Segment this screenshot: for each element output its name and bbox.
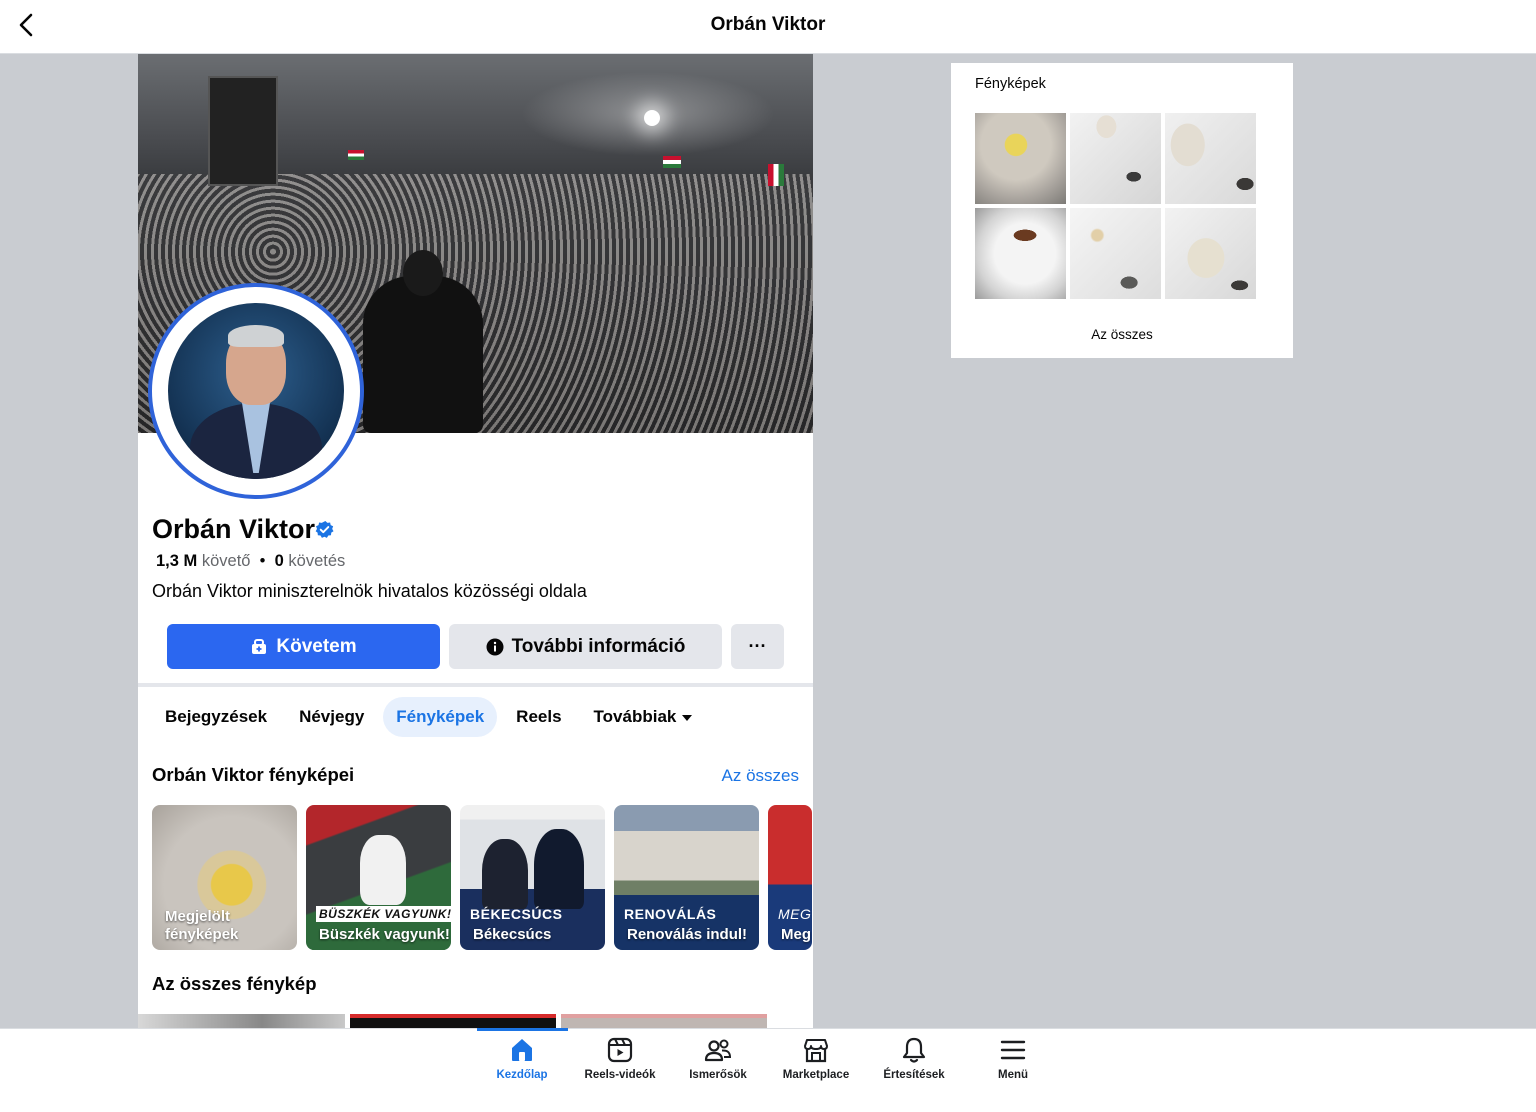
stats-separator: •: [259, 552, 266, 570]
nav-friends[interactable]: Ismerősök: [669, 1035, 767, 1095]
tab-more[interactable]: Továbbiak: [581, 697, 706, 737]
follow-icon: [252, 638, 267, 654]
more-options-button[interactable]: ···: [731, 624, 784, 669]
photo-thumbnail[interactable]: [1165, 208, 1256, 299]
avatar: [168, 303, 344, 479]
album-card[interactable]: Megjelölt fényképek: [152, 805, 297, 950]
more-info-button[interactable]: További információ: [449, 624, 722, 669]
tab-reels[interactable]: Reels: [503, 697, 574, 737]
nav-label: Marketplace: [782, 1069, 850, 1081]
album-figure: [482, 839, 528, 909]
cover-stage: [208, 76, 278, 186]
following-count[interactable]: 0: [275, 552, 284, 570]
profile-column: Orbán Viktor 1,3 M követő • 0 követés Or…: [138, 54, 813, 1028]
albums-heading: Orbán Viktor fényképei: [152, 764, 355, 785]
cover-light: [644, 110, 660, 126]
album-overline: RENOVÁLÁS: [624, 906, 717, 922]
profile-tabs: Bejegyzések Névjegy Fényképek Reels Tová…: [152, 697, 705, 737]
more-info-label: További információ: [511, 635, 686, 657]
reels-icon: [607, 1037, 633, 1063]
photo-thumbnail[interactable]: [1070, 113, 1161, 204]
album-card[interactable]: RENOVÁLÁS Renoválás indul!: [614, 805, 759, 950]
follow-label: Követem: [276, 635, 357, 657]
album-label-line: Megjelölt: [165, 908, 231, 925]
top-bar: Orbán Viktor: [0, 0, 1536, 54]
photo-thumbnail[interactable]: [1165, 113, 1256, 204]
album-overline: MEG: [778, 906, 812, 922]
cover-flag: [768, 164, 784, 186]
photo-thumbnail[interactable]: [975, 113, 1066, 204]
nav-reels[interactable]: Reels-videók: [571, 1035, 669, 1095]
nav-label: Ismerősök: [689, 1069, 747, 1081]
verified-badge-icon: [315, 520, 334, 538]
album-overline: BÜSZKÉK VAGYUNK!: [316, 906, 451, 922]
album-bar: [306, 947, 451, 950]
nav-marketplace[interactable]: Marketplace: [767, 1035, 865, 1095]
photo-thumbnail[interactable]: [561, 1014, 767, 1028]
photo-thumbnail[interactable]: [350, 1014, 556, 1028]
following-label[interactable]: követés: [288, 552, 345, 570]
tab-photos[interactable]: Fényképek: [383, 697, 498, 737]
profile-name: Orbán Viktor: [152, 514, 316, 544]
album-card[interactable]: BÜSZKÉK VAGYUNK! Büszkék vagyunk!: [306, 805, 451, 950]
cover-flag: [663, 156, 681, 168]
album-label: Meg: [781, 926, 811, 943]
all-photos-heading: Az összes fénykép: [152, 973, 317, 994]
nav-notifications[interactable]: Értesítések: [865, 1035, 963, 1095]
album-label: Büszkék vagyunk!: [319, 926, 450, 943]
tab-more-label: Továbbiak: [593, 707, 677, 726]
album-label: Renoválás indul!: [627, 926, 748, 943]
page-title: Orbán Viktor: [710, 14, 826, 35]
nav-label: Értesítések: [883, 1069, 945, 1081]
nav-home[interactable]: Kezdőlap: [473, 1035, 571, 1095]
follow-button[interactable]: Követem: [167, 624, 440, 669]
photos-widget: Fényképek Az összes: [951, 63, 1293, 358]
album-card[interactable]: MEG Meg: [768, 805, 812, 950]
info-icon: [486, 638, 504, 655]
photo-thumbnail[interactable]: [138, 1014, 345, 1028]
bell-icon: [902, 1037, 926, 1063]
follower-stats: 1,3 M követő • 0 követés: [156, 552, 345, 571]
album-carousel: Megjelölt fényképek BÜSZKÉK VAGYUNK! Büs…: [152, 805, 812, 950]
album-label: Békecsúcs: [473, 926, 552, 943]
followers-label[interactable]: követő: [202, 552, 251, 570]
albums-see-all-link[interactable]: Az összes: [722, 766, 799, 786]
tab-about[interactable]: Névjegy: [286, 697, 377, 737]
photos-widget-title: Fényképek: [975, 76, 1046, 92]
album-figure: [534, 829, 584, 909]
ellipsis-icon: ···: [748, 636, 767, 656]
album-overline: BÉKECSÚCS: [470, 906, 563, 922]
nav-label: Menü: [997, 1069, 1029, 1081]
photos-see-all-link[interactable]: Az összes: [951, 327, 1293, 342]
friends-icon: [704, 1039, 732, 1062]
profile-picture-ring[interactable]: [148, 283, 364, 499]
followers-count[interactable]: 1,3 M: [156, 552, 197, 570]
cover-speaker: [363, 276, 483, 433]
album-figure: [360, 835, 406, 905]
photo-thumbnail[interactable]: [1070, 208, 1161, 299]
album-card[interactable]: BÉKECSÚCS Békecsúcs: [460, 805, 605, 950]
cover-speaker-head: [403, 250, 443, 296]
photo-thumbnail[interactable]: [975, 208, 1066, 299]
album-label-line: fényképek: [165, 926, 239, 943]
tab-posts[interactable]: Bejegyzések: [152, 697, 280, 737]
nav-label: Kezdőlap: [496, 1069, 548, 1081]
caret-down-icon: [682, 714, 693, 721]
marketplace-icon: [804, 1039, 828, 1063]
photos-grid: [975, 113, 1256, 299]
nav-menu[interactable]: Menü: [964, 1035, 1062, 1095]
menu-icon: [1000, 1040, 1026, 1060]
section-divider: [138, 683, 813, 687]
nav-label: Reels-videók: [584, 1069, 656, 1081]
bottom-navigation: Kezdőlap Reels-videók Ismerősök Marketpl…: [0, 1028, 1536, 1112]
home-icon: [512, 1039, 532, 1061]
cover-flag: [348, 150, 364, 160]
profile-bio: Orbán Viktor miniszterelnök hivatalos kö…: [152, 581, 587, 601]
avatar-hair: [228, 325, 284, 347]
album-label: Megjelölt fényképek: [165, 908, 238, 944]
active-tab-indicator: [477, 1028, 568, 1031]
